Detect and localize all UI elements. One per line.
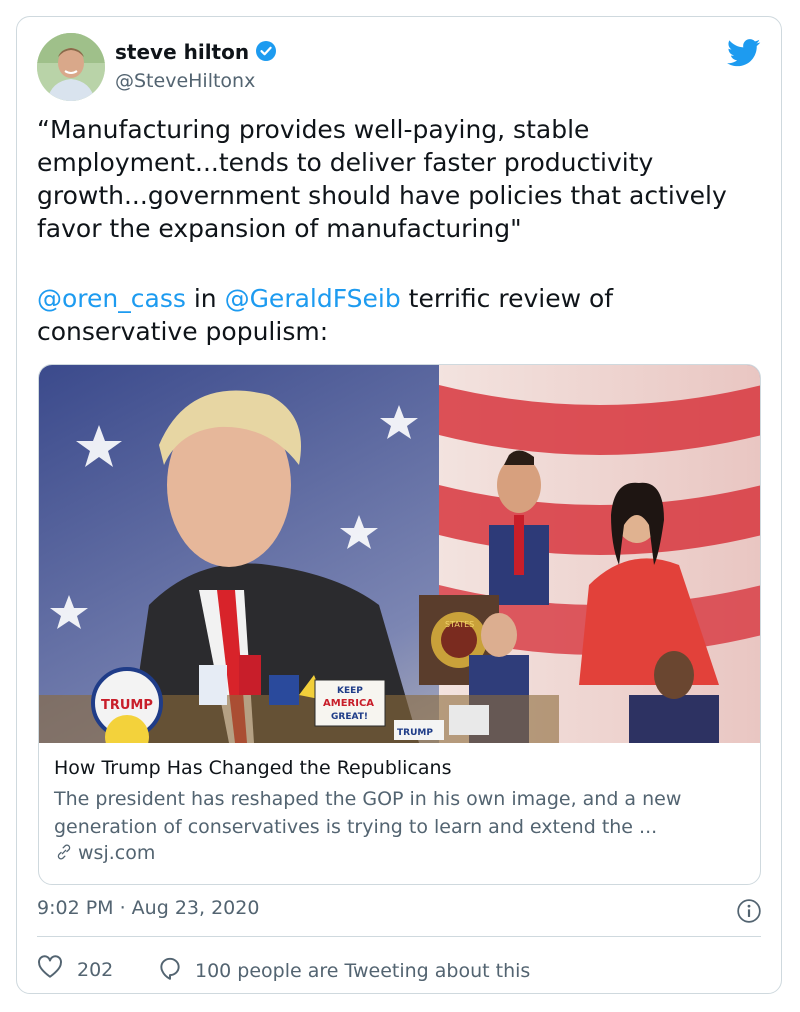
author-name-text[interactable]: steve hilton — [115, 40, 249, 64]
seal-text: STATES — [445, 620, 474, 629]
info-icon[interactable] — [736, 898, 762, 928]
reply-bubble-icon[interactable] — [157, 955, 195, 986]
trump-button-text: TRUMP — [101, 698, 153, 713]
like-count: 202 — [77, 958, 114, 981]
link-preview-card[interactable]: STATES TRUMP KEEP AMERICA GREAT! TRUMP H… — [38, 364, 761, 885]
link-description: The president has reshaped the GOP in hi… — [54, 788, 682, 838]
sign-trump: TRUMP — [397, 728, 433, 738]
divider — [37, 936, 761, 937]
reply-action[interactable]: 100 people are Tweeting about this — [157, 955, 530, 986]
avatar[interactable] — [37, 33, 105, 101]
tweet-timestamp[interactable]: 9:02 PM · Aug 23, 2020 — [37, 897, 259, 919]
sign-line2: AMERICA — [323, 698, 374, 709]
tweet-quote: “Manufacturing provides well-paying, sta… — [37, 115, 735, 243]
tweeting-about-text[interactable]: 100 people are Tweeting about this — [195, 960, 530, 982]
mention-oren-cass[interactable]: @oren_cass — [37, 284, 186, 313]
link-domain[interactable]: wsj.com — [54, 842, 155, 864]
tweet-body: @oren_cass in @GeraldFSeib terrific revi… — [37, 282, 757, 348]
link-title[interactable]: How Trump Has Changed the Republicans — [54, 757, 452, 779]
verified-badge-icon — [255, 40, 277, 67]
mention-gerald-seib[interactable]: @GeraldFSeib — [225, 284, 401, 313]
author-name[interactable]: steve hilton — [115, 40, 277, 67]
sign-line3: GREAT! — [331, 712, 368, 722]
tweet-card: steve hilton @SteveHiltonx “Manufacturin… — [16, 16, 782, 994]
twitter-bird-icon[interactable] — [727, 39, 761, 71]
author-handle[interactable]: @SteveHiltonx — [115, 70, 255, 92]
link-icon — [54, 842, 78, 864]
heart-icon[interactable] — [37, 955, 77, 984]
sign-line1: KEEP — [337, 686, 363, 696]
like-action[interactable]: 202 — [37, 955, 113, 984]
article-image[interactable]: STATES TRUMP KEEP AMERICA GREAT! TRUMP — [39, 365, 761, 743]
link-domain-text[interactable]: wsj.com — [78, 842, 155, 864]
tweet-connector: in — [185, 284, 225, 313]
